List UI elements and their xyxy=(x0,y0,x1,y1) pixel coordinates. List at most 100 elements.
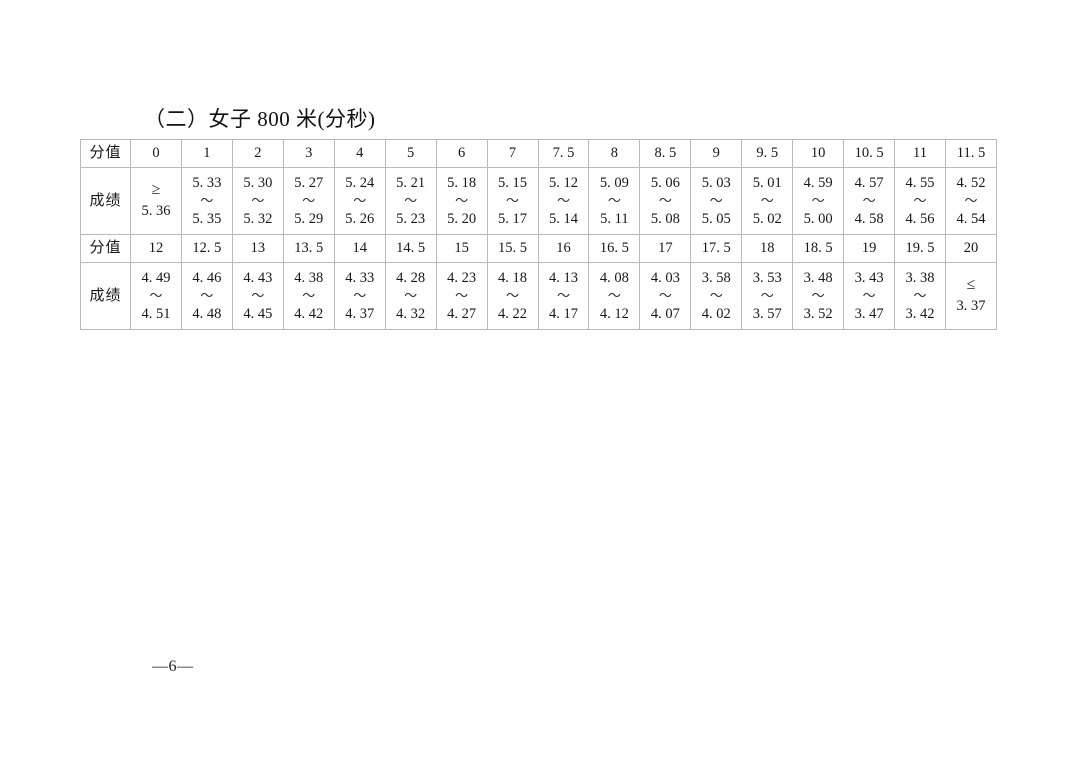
header-cell: 8. 5 xyxy=(639,139,692,168)
range-to: 5. 26 xyxy=(345,211,375,227)
tilde-icon: ～ xyxy=(404,288,418,303)
range-to: 4. 51 xyxy=(141,306,171,322)
range-from: 4. 13 xyxy=(548,270,578,286)
header-cell: 17. 5 xyxy=(690,234,743,263)
range-from: 3. 53 xyxy=(752,270,782,286)
header-cell: 18 xyxy=(741,234,794,263)
data-cell: 4. 08 ～ 4. 12 xyxy=(588,262,641,330)
data-cell: 4. 23 ～ 4. 27 xyxy=(435,262,488,330)
range-from: 5. 18 xyxy=(447,175,477,191)
header-cell: 7. 5 xyxy=(537,139,590,168)
data-cell: 4. 03 ～ 4. 07 xyxy=(639,262,692,330)
header-cell: 14. 5 xyxy=(384,234,437,263)
document-page: （二）女子 800 米(分秒) 分值 0 1 2 3 4 5 6 7 7. 5 … xyxy=(0,0,1080,763)
data-cell: 4. 38 ～ 4. 42 xyxy=(282,262,335,330)
range-to: 5. 00 xyxy=(803,211,833,227)
header-cell: 15. 5 xyxy=(486,234,539,263)
data-cell: 5. 27 ～ 5. 29 xyxy=(282,167,335,235)
range-to: 5. 29 xyxy=(294,211,324,227)
range-to: 4. 54 xyxy=(956,211,986,227)
table-row: 成绩 ≥ 5. 36 5. 33 ～ 5. 35 5. 30 ～ 5. 32 5… xyxy=(80,167,997,235)
data-cell: 5. 18 ～ 5. 20 xyxy=(435,167,488,235)
data-cell: 3. 58 ～ 4. 02 xyxy=(690,262,743,330)
range-to: 3. 52 xyxy=(803,306,833,322)
data-cell: 5. 15 ～ 5. 17 xyxy=(486,167,539,235)
range-from: 4. 28 xyxy=(396,270,426,286)
value-range: 4. 28 ～ 4. 32 xyxy=(386,263,436,329)
range-from: 3. 48 xyxy=(803,270,833,286)
range-from: 4. 33 xyxy=(345,270,375,286)
header-cell: 14 xyxy=(333,234,386,263)
tilde-icon: ～ xyxy=(455,193,469,208)
value-range: 4. 52 ～ 4. 54 xyxy=(946,168,996,234)
data-cell: 3. 53 ～ 3. 57 xyxy=(741,262,794,330)
data-cell: 4. 28 ～ 4. 32 xyxy=(384,262,437,330)
tilde-icon: ～ xyxy=(200,193,214,208)
header-cell: 2 xyxy=(231,139,284,168)
range-from: 4. 03 xyxy=(650,270,680,286)
header-cell: 8 xyxy=(588,139,641,168)
page-title: （二）女子 800 米(分秒) xyxy=(144,107,376,131)
data-cell: 4. 57 ～ 4. 58 xyxy=(843,167,896,235)
data-cell: 4. 43 ～ 4. 45 xyxy=(231,262,284,330)
tilde-icon: ～ xyxy=(760,288,774,303)
range-from: 4. 43 xyxy=(243,270,273,286)
tilde-icon: ～ xyxy=(607,193,621,208)
data-cell: 4. 59 ～ 5. 00 xyxy=(792,167,845,235)
tilde-icon: ～ xyxy=(607,288,621,303)
greater-equal-icon: ≥ xyxy=(151,180,161,198)
range-from: 5. 12 xyxy=(548,175,578,191)
range-from: 5. 01 xyxy=(752,175,782,191)
range-from: 5. 03 xyxy=(701,175,731,191)
header-cell: 11 xyxy=(894,139,946,168)
range-to: 4. 37 xyxy=(345,306,375,322)
value-range: 4. 13 ～ 4. 17 xyxy=(539,263,589,329)
range-to: 5. 05 xyxy=(701,211,731,227)
data-cell: 4. 55 ～ 4. 56 xyxy=(894,167,946,235)
range-to: 5. 02 xyxy=(752,211,782,227)
range-to: 5. 35 xyxy=(192,211,222,227)
range-from: 3. 38 xyxy=(905,270,935,286)
range-to: 4. 12 xyxy=(599,306,629,322)
value-range: 4. 03 ～ 4. 07 xyxy=(640,263,690,329)
data-cell: 5. 03 ～ 5. 05 xyxy=(690,167,743,235)
range-to: 4. 42 xyxy=(294,306,324,322)
range-from: 5. 21 xyxy=(396,175,426,191)
header-cell: 0 xyxy=(130,139,182,168)
data-cell: 5. 12 ～ 5. 14 xyxy=(537,167,590,235)
row-label-performance: 成绩 xyxy=(80,167,131,235)
value-range: 5. 24 ～ 5. 26 xyxy=(335,168,385,234)
range-to: 4. 07 xyxy=(650,306,680,322)
row-label-score-value: 分值 xyxy=(80,139,131,168)
header-cell: 9. 5 xyxy=(741,139,794,168)
data-cell: 4. 46 ～ 4. 48 xyxy=(180,262,233,330)
range-from: 5. 09 xyxy=(599,175,629,191)
data-cell: 3. 38 ～ 3. 42 xyxy=(894,262,946,330)
range-to: 5. 23 xyxy=(396,211,426,227)
header-cell: 19 xyxy=(843,234,896,263)
range-to: 5. 32 xyxy=(243,211,273,227)
value-range: 4. 08 ～ 4. 12 xyxy=(589,263,639,329)
range-to: 4. 32 xyxy=(396,306,426,322)
range-to: 4. 45 xyxy=(243,306,273,322)
range-from: 4. 59 xyxy=(803,175,833,191)
value-range: 5. 33 ～ 5. 35 xyxy=(182,168,232,234)
data-cell: 3. 48 ～ 3. 52 xyxy=(792,262,845,330)
value-range: 5. 18 ～ 5. 20 xyxy=(437,168,487,234)
data-cell: 5. 21 ～ 5. 23 xyxy=(384,167,437,235)
header-cell: 3 xyxy=(282,139,335,168)
range-to: 4. 56 xyxy=(905,211,935,227)
header-cell: 6 xyxy=(435,139,488,168)
page-number: —6— xyxy=(152,658,194,675)
tilde-icon: ～ xyxy=(353,288,367,303)
tilde-icon: ～ xyxy=(760,193,774,208)
tilde-icon: ～ xyxy=(251,288,265,303)
value-range: 3. 38 ～ 3. 42 xyxy=(895,263,945,329)
data-cell: 4. 18 ～ 4. 22 xyxy=(486,262,539,330)
tilde-icon: ～ xyxy=(302,193,316,208)
header-cell: 12 xyxy=(130,234,182,263)
value-range: 5. 06 ～ 5. 08 xyxy=(640,168,690,234)
header-cell: 15 xyxy=(435,234,488,263)
tilde-icon: ～ xyxy=(404,193,418,208)
value-range: 5. 27 ～ 5. 29 xyxy=(284,168,334,234)
